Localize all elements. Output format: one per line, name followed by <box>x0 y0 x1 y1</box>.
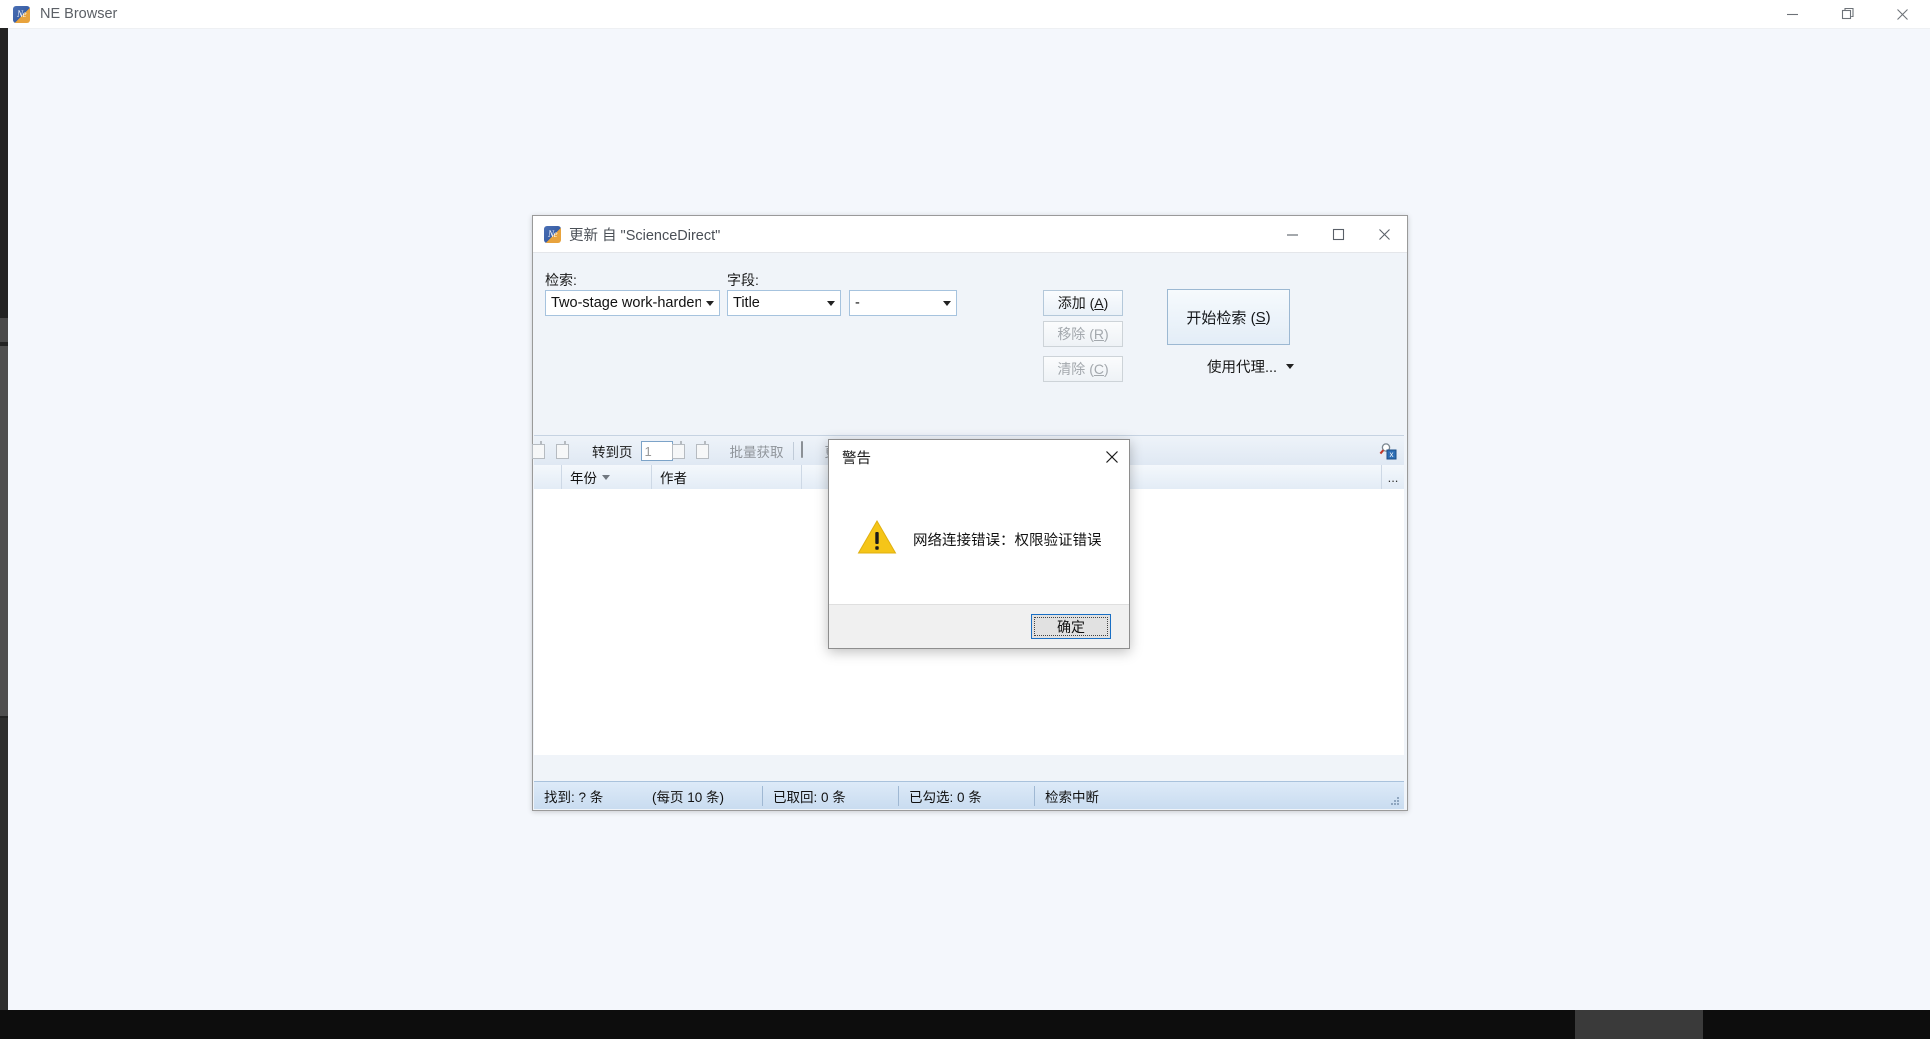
outer-window-controls <box>1765 0 1930 28</box>
dock-segment <box>0 318 8 342</box>
column-header-author-label: 作者 <box>660 471 687 486</box>
remove-button-key: R <box>1093 326 1104 342</box>
batch-fetch-label[interactable]: 批量获取 <box>730 441 784 461</box>
clear-button[interactable]: 清除 (C) <box>1043 356 1123 382</box>
inner-window-controls <box>1269 217 1407 252</box>
chevron-down-icon[interactable] <box>822 291 840 315</box>
database-icon[interactable] <box>800 441 819 460</box>
maximize-icon[interactable] <box>1315 217 1361 252</box>
search-stop-icon[interactable]: x <box>1378 441 1398 461</box>
outer-window-title: NE Browser <box>40 6 118 22</box>
column-options-button[interactable]: ... <box>1381 465 1404 489</box>
operator-select-combobox[interactable]: - <box>849 290 957 316</box>
minimize-icon[interactable] <box>1269 217 1315 252</box>
remove-button[interactable]: 移除 (R) <box>1043 321 1123 347</box>
status-found: 找到: ? 条 <box>544 789 604 805</box>
use-proxy-label: 使用代理... <box>1207 360 1278 376</box>
column-header-year[interactable]: 年份 <box>562 465 652 489</box>
clear-button-key: C <box>1093 361 1104 377</box>
status-checked: 已勾选: 0 条 <box>909 789 982 805</box>
chevron-down-icon[interactable] <box>938 291 956 315</box>
remove-button-suffix: ) <box>1104 326 1109 342</box>
remove-button-prefix: 移除 ( <box>1057 326 1094 342</box>
warning-dialog-titlebar: 警告 <box>829 440 1129 474</box>
goto-page-label: 转到页 <box>592 445 633 460</box>
add-button-suffix: ) <box>1103 295 1109 311</box>
start-search-button[interactable]: 开始检索 (S) <box>1167 289 1290 345</box>
warning-triangle-icon <box>857 519 897 560</box>
start-search-key: S <box>1255 308 1266 326</box>
clear-button-prefix: 清除 ( <box>1057 361 1094 377</box>
warning-dialog-title: 警告 <box>842 450 871 467</box>
dock-segment <box>0 718 8 1010</box>
use-proxy-dropdown[interactable]: 使用代理... <box>1207 356 1295 377</box>
toolbar-separator <box>792 442 794 460</box>
maximize-restore-icon[interactable] <box>1820 0 1875 28</box>
close-icon[interactable] <box>1875 0 1930 28</box>
warning-dialog-footer: 确定 <box>829 604 1129 648</box>
clear-button-suffix: ) <box>1104 361 1109 377</box>
resize-grip[interactable] <box>1389 795 1401 807</box>
inner-window-title: 更新 自 "ScienceDirect" <box>569 227 721 244</box>
desktop-taskbar <box>0 1010 1930 1039</box>
inner-window-titlebar: 更新 自 "ScienceDirect" <box>533 216 1407 253</box>
chevron-down-icon[interactable] <box>701 291 719 315</box>
checkbox-column-header[interactable] <box>534 465 562 489</box>
status-fetched: 已取回: 0 条 <box>773 789 846 805</box>
warning-message: 网络连接错误：权限验证错误 <box>913 533 1102 549</box>
search-query-combobox[interactable]: Two-stage work-hardening <box>545 290 720 316</box>
operator-select-value: - <box>855 295 860 311</box>
refresh-icon[interactable] <box>703 441 722 460</box>
next-page-icon[interactable] <box>564 441 582 460</box>
svg-text:x: x <box>1390 450 1394 459</box>
search-query-value: Two-stage work-hardening <box>551 295 701 311</box>
warning-dialog-body: 网络连接错误：权限验证错误 <box>829 474 1129 605</box>
add-button-prefix: 添加 ( <box>1057 295 1095 311</box>
application-window: NE Browser <box>0 0 1930 1039</box>
column-header-year-label: 年份 <box>570 471 597 486</box>
status-bar: 找到: ? 条 (每页 10 条) 已取回: 0 条 已勾选: 0 条 检索中断 <box>534 781 1404 809</box>
taskbar-item[interactable] <box>1575 1010 1703 1039</box>
status-state: 检索中断 <box>1045 789 1099 805</box>
search-form-panel: 检索: 字段: Two-stage work-hardening Title -… <box>533 253 1407 436</box>
start-search-prefix: 开始检索 ( <box>1186 309 1256 327</box>
app-ne-icon <box>544 225 561 243</box>
chevron-down-icon[interactable] <box>1286 364 1295 369</box>
dock-segment <box>0 346 8 716</box>
field-label: 字段: <box>727 272 759 288</box>
column-header-author[interactable]: 作者 <box>652 465 802 489</box>
field-select-combobox[interactable]: Title <box>727 290 841 316</box>
status-per-page: (每页 10 条) <box>652 789 725 805</box>
warning-dialog: 警告 网络连接错误：权限验证错误 确定 <box>828 439 1130 649</box>
start-search-suffix: ) <box>1265 308 1271 326</box>
query-label: 检索: <box>545 272 577 288</box>
close-icon[interactable] <box>1095 442 1129 472</box>
page-number-value: 1 <box>644 443 652 459</box>
field-select-value: Title <box>733 295 760 311</box>
close-icon[interactable] <box>1361 217 1407 252</box>
ok-button[interactable]: 确定 <box>1031 614 1111 639</box>
sort-desc-icon <box>602 474 610 480</box>
add-button-key: A <box>1094 295 1104 311</box>
app-ne-icon <box>13 5 30 23</box>
add-button[interactable]: 添加 (A) <box>1043 290 1123 316</box>
outer-window-titlebar: NE Browser <box>0 0 1930 29</box>
page-number-input[interactable]: 1 <box>640 441 673 461</box>
minimize-icon[interactable] <box>1765 0 1820 28</box>
desktop-left-dock-strip <box>0 28 8 1010</box>
